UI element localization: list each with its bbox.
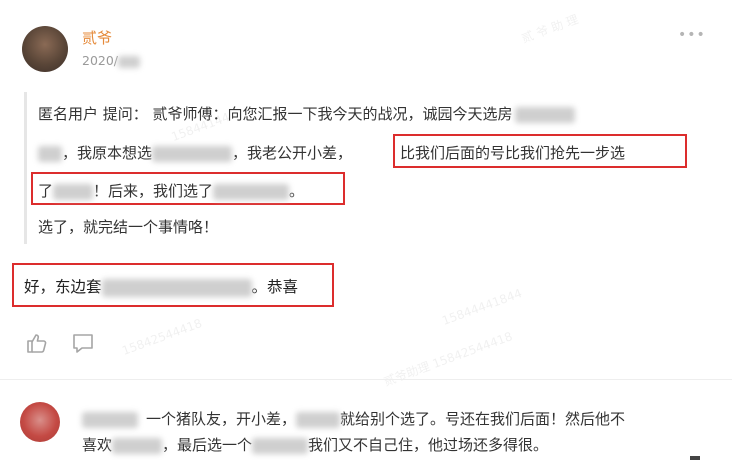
comment-text: 就给别个选了。号还在我们后面！然后他不 bbox=[340, 410, 626, 428]
redacted-text bbox=[118, 55, 141, 68]
redacted-text bbox=[38, 145, 62, 162]
comment-icon[interactable] bbox=[70, 330, 96, 356]
quote-line-3: 了 ！后来，我们选了 。 bbox=[38, 180, 304, 201]
quote-text: ，我原本想选 bbox=[62, 144, 153, 162]
comment-text: 喜欢 bbox=[82, 436, 113, 454]
redacted-text bbox=[101, 278, 252, 297]
comment-line-2: 喜欢 ，最后选一个 我们又不自己住，他过场还多得很。 bbox=[82, 434, 548, 455]
quote-line-2: ，我原本想选 ，我老公开小差， bbox=[38, 142, 352, 163]
comment-text: 我们又不自己住，他过场还多得很。 bbox=[308, 436, 549, 454]
reply-text: 好，东边套 。恭喜 bbox=[24, 275, 298, 297]
post-date: 2020/ bbox=[82, 53, 141, 68]
watermark: 15844441844 bbox=[440, 286, 524, 328]
author-avatar[interactable] bbox=[22, 26, 68, 72]
redacted-text bbox=[252, 437, 309, 454]
quote-line-4: 选了，就完结一个事情咯！ bbox=[38, 218, 219, 236]
quote-line-1: 匿名用户 提问： 贰爷师傅：向您汇报一下我今天的战况，诚园今天选房 bbox=[38, 103, 575, 124]
comment-line-1: 一个猪队友，开小差， 就给别个选了。号还在我们后面！然后他不 bbox=[82, 408, 625, 429]
highlighted-quote: 比我们后面的号比我们抢先一步选 bbox=[400, 144, 626, 162]
quote-text: 匿名用户 提问： 贰爷师傅：向您汇报一下我今天的战况，诚园今天选房 bbox=[38, 105, 513, 123]
commenter-avatar[interactable] bbox=[20, 402, 60, 442]
redacted-text bbox=[213, 183, 290, 200]
thumbs-up-icon[interactable] bbox=[24, 330, 50, 356]
more-dots-icon[interactable]: ••• bbox=[678, 27, 706, 43]
redacted-text bbox=[112, 437, 163, 454]
comment-text: ，最后选一个 bbox=[162, 436, 253, 454]
quote-text: 。 bbox=[289, 182, 305, 200]
post-date-text: 2020/ bbox=[82, 53, 119, 68]
author-name[interactable]: 贰爷 bbox=[82, 27, 112, 48]
redacted-text bbox=[514, 106, 575, 123]
quote-text: ，我老公开小差， bbox=[232, 144, 353, 162]
watermark: 15842544418 bbox=[120, 316, 204, 358]
watermark: 贰 爷 助 理 bbox=[519, 12, 581, 46]
reply-text-b: 。恭喜 bbox=[251, 278, 299, 296]
comment-text: 一个猪队友，开小差， bbox=[146, 410, 297, 428]
redacted-text bbox=[152, 145, 233, 162]
quote-bar bbox=[24, 92, 27, 244]
reply-text-a: 好，东边套 bbox=[24, 278, 102, 296]
quote-text: ！后来，我们选了 bbox=[93, 182, 214, 200]
redacted-text bbox=[296, 411, 341, 428]
divider bbox=[0, 379, 732, 380]
redacted-text bbox=[53, 183, 94, 200]
scroll-indicator bbox=[690, 456, 700, 460]
quote-text: 了 bbox=[38, 182, 54, 200]
redacted-text bbox=[82, 411, 138, 428]
watermark: 贰爷助理 15842544418 bbox=[381, 329, 515, 389]
